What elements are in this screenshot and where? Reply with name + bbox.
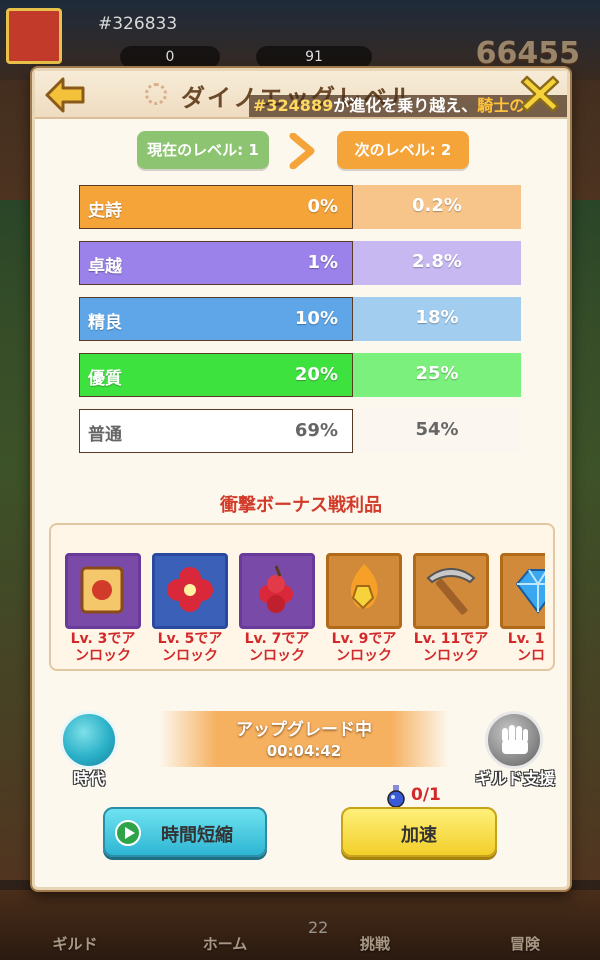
nav-challenge[interactable]: 挑戦 xyxy=(330,933,420,954)
nav-guild[interactable]: ギルド xyxy=(30,933,120,954)
rarity-next-chance: 0.2% xyxy=(412,195,462,216)
reward-unlock-label: Lv. 7でア ンロック xyxy=(244,631,310,664)
reward-item[interactable]: Lv. 11でア ンロック xyxy=(413,553,489,669)
gold-counter: 91 xyxy=(256,46,372,68)
rarity-row: 普通 69% 54% xyxy=(79,409,521,453)
rewards-scroll-list[interactable]: Lv. 3でア ンロック Lv. 5でア ンロック Lv. 7でア ンロック Lv. … xyxy=(65,553,545,669)
reward-unlock-label: Lv. 5でア ンロック xyxy=(157,631,223,664)
rarity-current-cell: 優質 20% xyxy=(79,353,353,397)
rarity-current-chance: 0% xyxy=(307,196,338,217)
rarity-current-chance: 69% xyxy=(294,420,338,441)
bottom-navigation: ギルド ホーム 挑戦 冒険 xyxy=(0,890,600,960)
rarity-row: 精良 10% 18% xyxy=(79,297,521,341)
reward-unlock-label: Lv. 9でア ンロック xyxy=(331,631,397,664)
rarity-current-chance: 10% xyxy=(294,308,338,329)
shorten-time-button[interactable]: 時間短縮 xyxy=(103,807,267,857)
guild-support-button[interactable]: ギルド支援 xyxy=(465,711,565,788)
rarity-current-cell: 普通 69% xyxy=(79,409,353,453)
reward-item[interactable]: Lv. 5でア ンロック xyxy=(152,553,228,669)
nav-home[interactable]: ホーム xyxy=(180,933,270,954)
fire-gem-icon xyxy=(326,553,402,629)
era-label: 時代 xyxy=(72,769,105,788)
fist-icon xyxy=(485,711,543,769)
rarity-current-chance: 20% xyxy=(294,364,338,385)
rarity-name: 史詩 xyxy=(88,201,122,221)
potion-counter: 0/1 xyxy=(383,783,473,809)
pickaxe-icon xyxy=(413,553,489,629)
rarity-current-chance: 1% xyxy=(307,252,338,273)
dialog-header: ダイノエッグレベル #324889が進化を乗り越え、騎士の xyxy=(35,71,567,119)
reward-item[interactable]: Lv. 9でア ンロック xyxy=(326,553,402,669)
close-button[interactable] xyxy=(519,73,561,115)
current-level-badge: 現在のレベル: 1 xyxy=(137,131,269,169)
rarity-next-cell: 25% xyxy=(353,353,521,397)
player-id: #326833 xyxy=(98,14,178,34)
diamond-icon xyxy=(500,553,545,629)
reward-unlock-label: Lv. 3でア ンロック xyxy=(70,631,136,664)
nav-adventure[interactable]: 冒険 xyxy=(480,933,570,954)
rarity-next-chance: 25% xyxy=(415,363,459,384)
rarity-row: 卓越 1% 2.8% xyxy=(79,241,521,285)
reward-item[interactable]: Lv. 3でア ンロック xyxy=(65,553,141,669)
rarity-name: 普通 xyxy=(88,425,122,445)
rarity-row: 優質 20% 25% xyxy=(79,353,521,397)
upgrade-status-banner: アップグレード中 00:04:42 xyxy=(159,711,449,767)
rarity-current-cell: 精良 10% xyxy=(79,297,353,341)
marquee-text: が進化を乗り越え、 xyxy=(333,96,478,115)
background-scenery-right xyxy=(566,200,600,880)
upgrade-status-text: アップグレード中 xyxy=(236,720,372,740)
background-scenery-left xyxy=(0,200,36,880)
rarity-current-cell: 史詩 0% xyxy=(79,185,353,229)
next-level-badge: 次のレベル: 2 xyxy=(337,131,469,169)
gear-decoration-icon xyxy=(145,83,167,105)
rarity-next-cell: 18% xyxy=(353,297,521,341)
rarity-name: 精良 xyxy=(88,313,122,333)
fist-glyph-icon xyxy=(502,725,528,754)
rarity-current-cell: 卓越 1% xyxy=(79,241,353,285)
reward-unlock-label: Lv. 11でア ンロック xyxy=(413,631,489,664)
reward-item[interactable]: Lv. 7でア ンロック xyxy=(239,553,315,669)
speed-up-button[interactable]: 加速 xyxy=(341,807,497,857)
rarity-name: 卓越 xyxy=(88,257,122,277)
rarity-next-cell: 2.8% xyxy=(353,241,521,285)
scroll-icon xyxy=(65,553,141,629)
upgrade-timer: 00:04:42 xyxy=(266,742,342,760)
player-avatar[interactable] xyxy=(6,8,62,64)
rarity-next-chance: 18% xyxy=(415,307,459,328)
rarity-next-chance: 2.8% xyxy=(412,251,462,272)
reward-unlock-label: Lv. 15で ンロッ xyxy=(507,631,545,664)
rewards-panel: Lv. 3でア ンロック Lv. 5でア ンロック Lv. 7でア ンロック Lv. … xyxy=(49,523,555,671)
rarity-name: 優質 xyxy=(88,369,122,389)
rarity-row: 史詩 0% 0.2% xyxy=(79,185,521,229)
rarity-next-cell: 0.2% xyxy=(353,185,521,229)
guild-support-label: ギルド支援 xyxy=(474,769,555,788)
back-arrow-icon xyxy=(45,77,85,113)
rarity-next-chance: 54% xyxy=(415,419,459,440)
close-icon xyxy=(520,75,560,113)
era-button[interactable]: 時代 xyxy=(57,711,121,788)
globe-icon xyxy=(60,711,118,769)
berry-icon xyxy=(239,553,315,629)
back-button[interactable] xyxy=(43,75,89,115)
flower-icon xyxy=(152,553,228,629)
nav-badge-count: 22 xyxy=(308,918,329,937)
gem-counter: 0 xyxy=(120,46,220,68)
marquee-player-id: #324889 xyxy=(253,96,334,115)
potion-count-text: 0/1 xyxy=(411,785,441,805)
rarity-next-cell: 54% xyxy=(353,409,521,453)
speed-up-label: 加速 xyxy=(401,825,437,846)
reward-item[interactable]: Lv. 15で ンロッ xyxy=(500,553,545,669)
chevron-right-icon xyxy=(289,133,315,169)
potion-icon xyxy=(387,785,405,808)
shorten-time-label: 時間短縮 xyxy=(161,825,233,846)
rewards-title: 衝撃ボーナス戦利品 xyxy=(220,495,382,516)
power-score: 66455 xyxy=(475,36,580,71)
dino-egg-level-dialog: ダイノエッグレベル #324889が進化を乗り越え、騎士の 現在のレベル: 1 … xyxy=(32,68,570,890)
